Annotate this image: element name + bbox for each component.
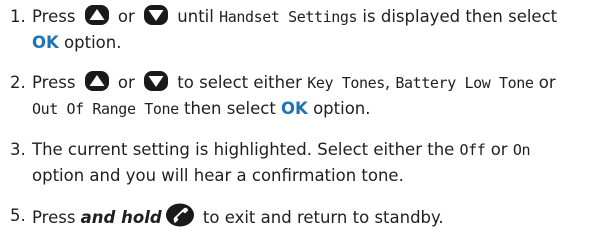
display-text: Battery Low Tone [395,74,534,92]
step-text: option. [58,33,122,52]
step-1: 1. Press or until Handset Settings is di… [10,4,586,55]
step-text: , [384,73,396,92]
step-text: to exit and return to standby. [197,208,444,227]
step-text: option and you will hear a confirmation … [32,166,404,185]
down-arrow-icon [143,70,169,92]
step-text: Press [32,73,81,92]
step-text: Press [32,208,81,227]
ok-label: OK [32,33,59,52]
down-arrow-icon [143,4,169,26]
step-text: then select [178,99,282,118]
step-text: or [112,73,141,92]
step-text: option. [307,99,371,118]
ok-label: OK [281,99,308,118]
display-text: Out Of Range Tone [32,100,179,118]
display-text: On [512,141,531,159]
up-arrow-icon [84,70,110,92]
step-number: 1. [10,7,26,26]
display-text: Off [459,141,486,159]
instruction-list: 1. Press or until Handset Settings is di… [10,4,586,230]
display-text: Handset Settings [219,8,358,26]
step-number: 3. [10,140,26,159]
step-text: or [112,7,141,26]
step-2: 2. Press or to select either Key Tones, … [10,70,586,122]
step-5: 5. Press and hold to exit and return to … [10,203,586,230]
display-text: Key Tones [307,74,385,92]
step-number: 2. [10,73,26,92]
step-text: to select either [172,73,308,92]
step-text: is displayed then select [357,7,558,26]
end-call-icon [165,203,195,227]
step-text: or [533,73,556,92]
step-3: 3. The current setting is highlighted. S… [10,137,586,188]
step-text: Press [32,7,81,26]
step-number: 5. [10,206,26,225]
step-text: or [485,140,513,159]
emphasis-text: and hold [80,208,162,227]
up-arrow-icon [84,4,110,26]
step-text: until [172,7,220,26]
step-text: The current setting is highlighted. Sele… [32,140,460,159]
